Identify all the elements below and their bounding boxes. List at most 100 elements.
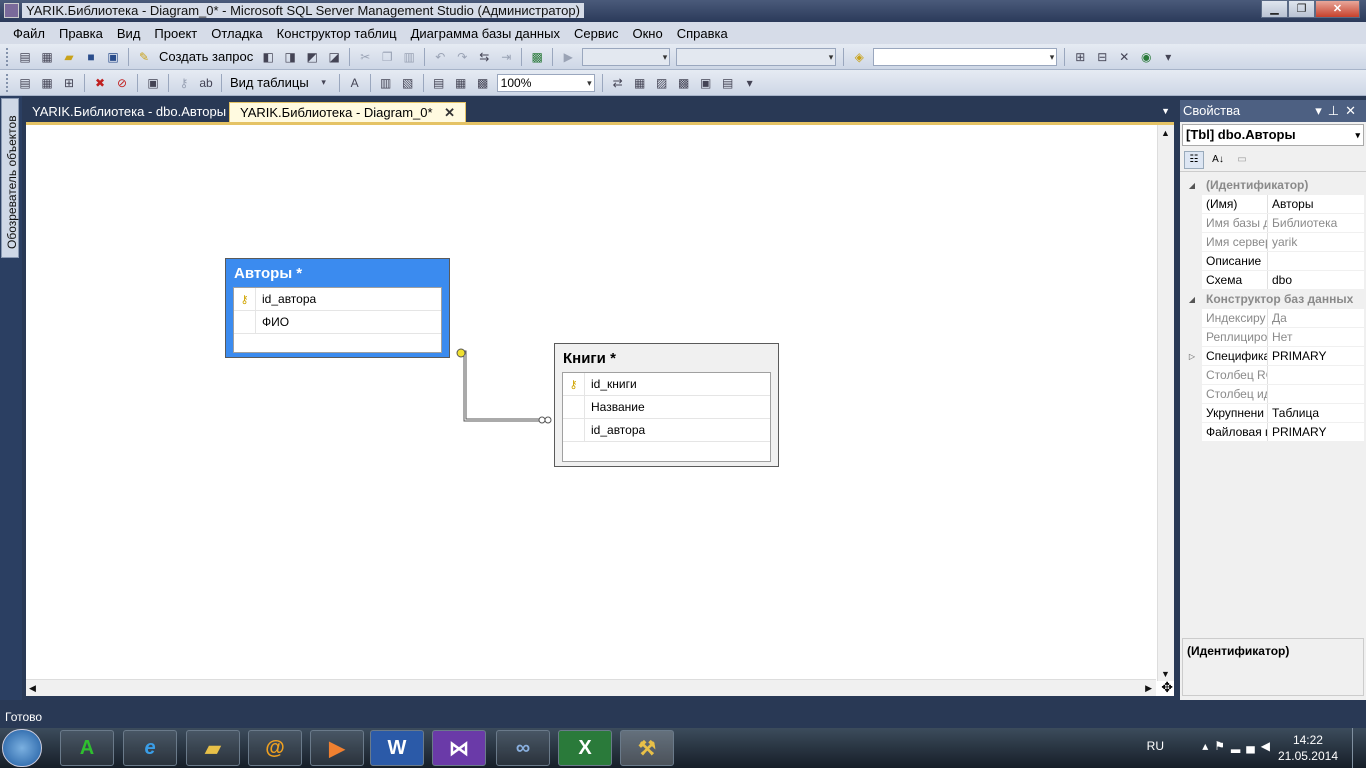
find-in-files-icon[interactable]: ◈ [850,48,868,66]
scroll-right-icon[interactable]: ▶ [1145,683,1152,694]
property-value[interactable]: Авторы [1268,195,1364,213]
menu-window[interactable]: Окно [626,26,670,41]
template-explorer-icon[interactable]: ✕ [1115,48,1133,66]
horizontal-scrollbar[interactable]: ◀ ▶ [26,679,1156,696]
action-center-flag-icon[interactable]: ⚑ [1214,739,1231,753]
property-row[interactable]: Описание [1182,252,1364,271]
copy-icon[interactable]: ❐ [378,48,396,66]
table-row[interactable]: id_автора [563,419,770,442]
add-related-tables-icon[interactable]: ⊞ [60,74,78,92]
menu-table-designer[interactable]: Конструктор таблиц [270,26,404,41]
arrange-tables-icon[interactable]: ▦ [452,74,470,92]
new-table-icon[interactable]: ▤ [16,74,34,92]
scroll-up-icon[interactable]: ▲ [1161,128,1170,138]
show-desktop-button[interactable] [1352,728,1366,768]
word-icon[interactable]: W [370,730,424,766]
generate-change-script-icon[interactable]: ▣ [144,74,162,92]
minimize-button[interactable]: ▁ [1261,0,1288,18]
database-engine-query-icon[interactable]: ◧ [259,48,277,66]
menu-help[interactable]: Справка [670,26,735,41]
menu-view[interactable]: Вид [110,26,148,41]
zoom-dropdown[interactable]: 100% ▾ [496,73,595,92]
scroll-down-icon[interactable]: ▼ [1161,669,1170,679]
expand-icon[interactable]: ▷ [1182,347,1202,365]
active-files-dropdown-icon[interactable]: ▼ [1161,106,1170,116]
start-button[interactable] [2,729,42,767]
vertical-scrollbar[interactable]: ▲ ▼ [1157,125,1174,681]
properties-window-icon[interactable]: ◉ [1137,48,1155,66]
object-explorer-tab[interactable]: Обозреватель объектов [1,98,19,258]
navigate-forward-icon[interactable]: ⇥ [497,48,515,66]
new-project-icon[interactable]: ▤ [16,48,34,66]
manage-xml-indexes-icon[interactable]: ▩ [675,74,693,92]
volume-icon[interactable]: ◀ [1261,739,1276,753]
mail-client-icon[interactable]: @ [248,730,302,766]
solution-platform-dropdown[interactable]: ▾ [676,47,837,66]
add-item-icon[interactable]: ▦ [38,48,56,66]
chevron-down-icon[interactable]: ▾ [315,74,333,92]
show-hidden-icon[interactable]: ▴ [1202,739,1214,753]
menu-database-diagram[interactable]: Диаграмма базы данных [404,26,567,41]
table-authors-title[interactable]: Авторы * [226,259,449,283]
table-books[interactable]: Книги * ⚷ id_книги Название id_автора [554,343,779,467]
property-row[interactable]: Столбец RO [1182,366,1364,385]
manage-fulltext-icon[interactable]: ▨ [653,74,671,92]
redo-icon[interactable]: ↷ [453,48,471,66]
visual-studio-infinity-icon[interactable]: ∞ [496,730,550,766]
menu-file[interactable]: Файл [6,26,52,41]
save-icon[interactable]: ■ [82,48,100,66]
property-row[interactable]: Имя сервер yarik [1182,233,1364,252]
open-file-icon[interactable]: ▰ [60,48,78,66]
property-row[interactable]: (Имя) Авторы [1182,195,1364,214]
manage-relationships-icon[interactable]: ⇄ [609,74,627,92]
property-value[interactable]: PRIMARY [1268,423,1364,441]
paste-icon[interactable]: ▥ [400,48,418,66]
menu-project[interactable]: Проект [147,26,204,41]
recalculate-page-breaks-icon[interactable]: ▧ [399,74,417,92]
property-row[interactable]: Индексиру Да [1182,309,1364,328]
table-authors[interactable]: Авторы * ⚷ id_автора ФИО [225,258,450,358]
collapse-icon[interactable]: ◢ [1182,290,1202,308]
new-query-button[interactable]: Создать запрос [159,49,253,64]
object-explorer-icon[interactable]: ⊟ [1093,48,1111,66]
property-value[interactable]: dbo [1268,271,1364,289]
property-row[interactable]: Файловая г PRIMARY [1182,423,1364,442]
table-row[interactable]: ФИО [234,311,441,334]
property-row[interactable]: Схема dbo [1182,271,1364,290]
table-books-title[interactable]: Книги * [555,344,778,368]
visual-studio-icon[interactable]: ⋈ [432,730,486,766]
internet-explorer-icon[interactable]: e [123,730,177,766]
find-combo[interactable]: ▾ [873,47,1058,66]
alphabetical-icon[interactable]: A↓ [1208,151,1228,169]
property-category[interactable]: ◢ Конструктор баз данных [1182,290,1364,309]
ssms-taskbar-icon[interactable]: ⚒ [620,730,674,766]
view-page-breaks-icon[interactable]: ▥ [377,74,395,92]
table-row[interactable]: ⚷ id_книги [563,373,770,396]
insert-text-annotation-icon[interactable]: ab [197,74,215,92]
delete-from-database-icon[interactable]: ✖ [91,74,109,92]
property-row[interactable]: Реплициро Нет [1182,328,1364,347]
property-row[interactable]: Столбец ид [1182,385,1364,404]
property-row[interactable]: ▷ Специфика PRIMARY [1182,347,1364,366]
toolbar-options-icon[interactable]: ▾ [741,74,759,92]
property-row[interactable]: Имя базы д Библиотека [1182,214,1364,233]
excel-icon[interactable]: X [558,730,612,766]
close-panel-icon[interactable]: ✕ [1345,103,1362,118]
file-explorer-icon[interactable]: ▰ [186,730,240,766]
property-value[interactable] [1268,252,1364,270]
navigate-icon[interactable]: ⇆ [475,48,493,66]
table-view-dropdown[interactable]: Вид таблицы [230,75,309,90]
network-icon[interactable]: ▂▄ [1231,739,1261,753]
undo-icon[interactable]: ↶ [431,48,449,66]
scroll-left-icon[interactable]: ◀ [29,683,36,694]
close-tab-icon[interactable]: ✕ [444,105,455,120]
analysis-query-icon[interactable]: ◨ [281,48,299,66]
solution-config-dropdown[interactable]: ▾ [582,47,671,66]
categorized-icon[interactable]: ☷ [1184,150,1204,169]
clock[interactable]: 14:22 21.05.2014 [1278,732,1338,764]
tray-icons[interactable]: ▴⚑▂▄◀ [1202,739,1276,753]
property-row[interactable]: Укрупнени Таблица [1182,404,1364,423]
dmx-query-icon[interactable]: ◩ [303,48,321,66]
pin-icon[interactable]: ⊥ [1328,103,1345,118]
menu-tools[interactable]: Сервис [567,26,626,41]
